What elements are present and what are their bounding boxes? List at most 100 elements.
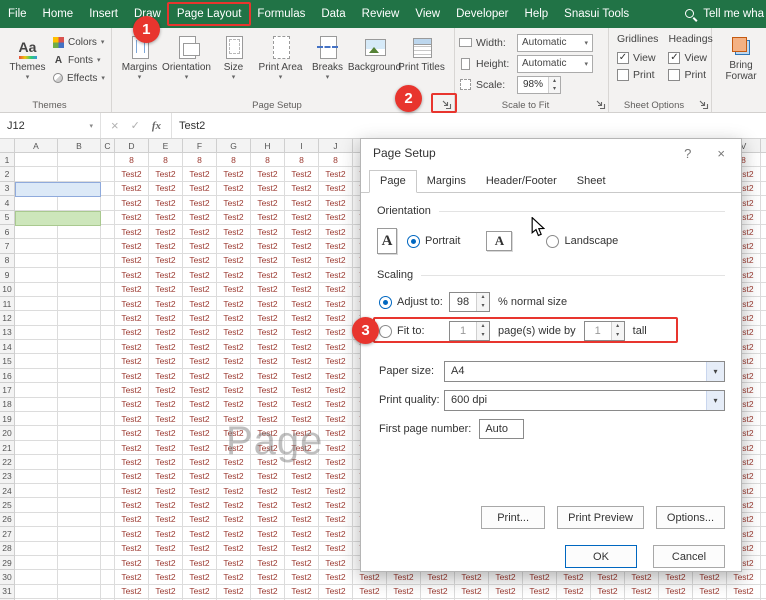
row-header-13[interactable]: 13 xyxy=(0,326,15,340)
theme-fonts-button[interactable]: Fonts xyxy=(53,51,105,69)
headings-print-checkbox[interactable]: Print xyxy=(668,66,712,83)
cell-H23[interactable]: Test2 xyxy=(251,470,285,484)
row-header-30[interactable]: 30 xyxy=(0,570,15,584)
cell-W26[interactable]: Test2 xyxy=(761,513,766,527)
cell-E18[interactable]: Test2 xyxy=(149,398,183,412)
theme-effects-button[interactable]: Effects xyxy=(53,69,105,87)
cell-F26[interactable]: Test2 xyxy=(183,513,217,527)
cell-I19[interactable]: Test2 xyxy=(285,412,319,426)
cell-E8[interactable]: Test2 xyxy=(149,254,183,268)
row-header-29[interactable]: 29 xyxy=(0,556,15,570)
cell-J26[interactable]: Test2 xyxy=(319,513,353,527)
cell-G5[interactable]: Test2 xyxy=(217,211,251,225)
cell-D20[interactable]: Test2 xyxy=(115,426,149,440)
cell-I14[interactable]: Test2 xyxy=(285,340,319,354)
cell-I17[interactable]: Test2 xyxy=(285,383,319,397)
print-area-button[interactable]: Print Area xyxy=(257,31,304,96)
cell-F15[interactable]: Test2 xyxy=(183,354,217,368)
cell-J23[interactable]: Test2 xyxy=(319,470,353,484)
cell-I13[interactable]: Test2 xyxy=(285,326,319,340)
cell-P31[interactable]: Test2 xyxy=(523,585,557,599)
cell-D28[interactable]: Test2 xyxy=(115,542,149,556)
cell-A24[interactable] xyxy=(15,484,58,498)
cell-G13[interactable]: Test2 xyxy=(217,326,251,340)
cell-B14[interactable] xyxy=(58,340,101,354)
cell-J7[interactable]: Test2 xyxy=(319,239,353,253)
column-header-H[interactable]: H xyxy=(251,139,285,153)
cell-B31[interactable] xyxy=(58,585,101,599)
cell-F7[interactable]: Test2 xyxy=(183,239,217,253)
menu-tab-review[interactable]: Review xyxy=(354,0,408,28)
dialog-tab-page[interactable]: Page xyxy=(369,170,417,193)
row-header-6[interactable]: 6 xyxy=(0,225,15,239)
cell-I18[interactable]: Test2 xyxy=(285,398,319,412)
cell-T30[interactable]: Test2 xyxy=(659,570,693,584)
cell-E5[interactable]: Test2 xyxy=(149,211,183,225)
breaks-button[interactable]: Breaks xyxy=(304,31,351,96)
cell-B15[interactable] xyxy=(58,354,101,368)
cell-B19[interactable] xyxy=(58,412,101,426)
row-header-11[interactable]: 11 xyxy=(0,297,15,311)
row-header-3[interactable]: 3 xyxy=(0,182,15,196)
cell-F14[interactable]: Test2 xyxy=(183,340,217,354)
column-header-J[interactable]: J xyxy=(319,139,353,153)
cell-C20[interactable] xyxy=(101,426,115,440)
cell-D2[interactable]: Test2 xyxy=(115,167,149,181)
cell-J3[interactable]: Test2 xyxy=(319,182,353,196)
row-header-28[interactable]: 28 xyxy=(0,542,15,556)
cell-B16[interactable] xyxy=(58,369,101,383)
cell-W3[interactable]: Test2 xyxy=(761,182,766,196)
row-header-22[interactable]: 22 xyxy=(0,455,15,469)
cell-A28[interactable] xyxy=(15,542,58,556)
cell-D29[interactable]: Test2 xyxy=(115,556,149,570)
options-button[interactable]: Options... xyxy=(656,506,725,529)
cell-G30[interactable]: Test2 xyxy=(217,570,251,584)
cell-G16[interactable]: Test2 xyxy=(217,369,251,383)
cell-J28[interactable]: Test2 xyxy=(319,542,353,556)
cell-Q31[interactable]: Test2 xyxy=(557,585,591,599)
cell-F8[interactable]: Test2 xyxy=(183,254,217,268)
cell-P30[interactable]: Test2 xyxy=(523,570,557,584)
cell-A26[interactable] xyxy=(15,513,58,527)
column-header-C[interactable]: C xyxy=(101,139,115,153)
cell-I10[interactable]: Test2 xyxy=(285,283,319,297)
dialog-tab-margins[interactable]: Margins xyxy=(417,171,476,192)
cell-E15[interactable]: Test2 xyxy=(149,354,183,368)
cell-W29[interactable]: Test2 xyxy=(761,556,766,570)
cell-H13[interactable]: Test2 xyxy=(251,326,285,340)
cell-S31[interactable]: Test2 xyxy=(625,585,659,599)
cell-G3[interactable]: Test2 xyxy=(217,182,251,196)
row-header-20[interactable]: 20 xyxy=(0,426,15,440)
cell-W21[interactable]: Test2 xyxy=(761,441,766,455)
cell-D12[interactable]: Test2 xyxy=(115,311,149,325)
cell-A16[interactable] xyxy=(15,369,58,383)
cell-H12[interactable]: Test2 xyxy=(251,311,285,325)
cell-G12[interactable]: Test2 xyxy=(217,311,251,325)
spin-down-icon[interactable] xyxy=(549,85,560,93)
fit-to-radio[interactable]: Fit to: xyxy=(379,325,449,338)
cell-J16[interactable]: Test2 xyxy=(319,369,353,383)
cell-F21[interactable]: Test2 xyxy=(183,441,217,455)
cell-L30[interactable]: Test2 xyxy=(387,570,421,584)
cell-G20[interactable]: Test2 xyxy=(217,426,251,440)
row-header-25[interactable]: 25 xyxy=(0,498,15,512)
cell-D8[interactable]: Test2 xyxy=(115,254,149,268)
cell-M30[interactable]: Test2 xyxy=(421,570,455,584)
cell-D26[interactable]: Test2 xyxy=(115,513,149,527)
cell-F31[interactable]: Test2 xyxy=(183,585,217,599)
cell-J21[interactable]: Test2 xyxy=(319,441,353,455)
cell-H8[interactable]: Test2 xyxy=(251,254,285,268)
cell-C19[interactable] xyxy=(101,412,115,426)
headings-view-checkbox[interactable]: View xyxy=(668,49,712,66)
column-header-D[interactable]: D xyxy=(115,139,149,153)
cell-J11[interactable]: Test2 xyxy=(319,297,353,311)
cell-G2[interactable]: Test2 xyxy=(217,167,251,181)
cell-E30[interactable]: Test2 xyxy=(149,570,183,584)
cell-D13[interactable]: Test2 xyxy=(115,326,149,340)
cell-W14[interactable]: Test2 xyxy=(761,340,766,354)
spin-down-icon[interactable] xyxy=(477,331,489,340)
cell-K31[interactable]: Test2 xyxy=(353,585,387,599)
cell-W20[interactable]: Test2 xyxy=(761,426,766,440)
cell-G8[interactable]: Test2 xyxy=(217,254,251,268)
cell-C14[interactable] xyxy=(101,340,115,354)
